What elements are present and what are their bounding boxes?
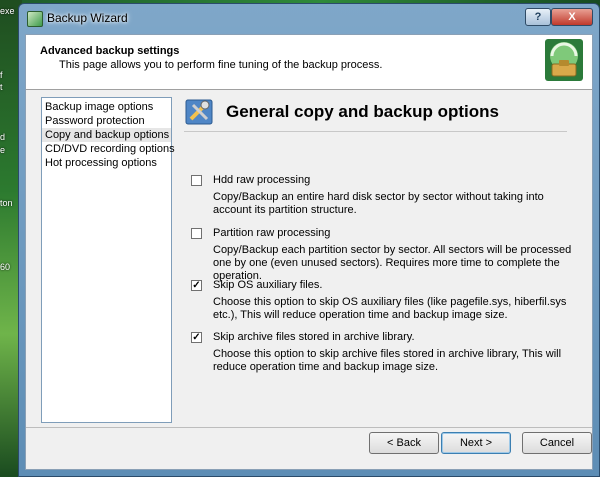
nav-item-hot-processing-options[interactable]: Hot processing options	[42, 156, 171, 170]
page-subtitle: This page allows you to perform fine tun…	[59, 59, 383, 71]
skip-os-auxiliary-label[interactable]: Skip OS auxiliary files.	[213, 279, 322, 291]
desktop-text: t	[0, 82, 3, 92]
hdd-raw-description: Copy/Backup an entire hard disk sector b…	[213, 191, 544, 216]
hdd-raw-checkbox[interactable]	[191, 175, 202, 186]
skip-archive-files-label[interactable]: Skip archive files stored in archive lib…	[213, 331, 415, 343]
nav-item-cd-dvd-recording-options[interactable]: CD/DVD recording options	[42, 142, 175, 156]
page-title: Advanced backup settings	[40, 45, 180, 57]
section-title: General copy and backup options	[226, 102, 499, 121]
app-icon	[27, 11, 43, 27]
title-bar[interactable]: Backup Wizard ? X	[19, 4, 599, 32]
window-title: Backup Wizard	[47, 11, 128, 25]
wizard-header: Advanced backup settings This page allow…	[26, 35, 592, 90]
back-button[interactable]: < Back	[369, 432, 439, 454]
nav-item-backup-image-options[interactable]: Backup image options	[42, 100, 171, 114]
desktop-text: f	[0, 70, 3, 80]
next-button[interactable]: Next >	[441, 432, 511, 454]
nav-item-password-protection[interactable]: Password protection	[42, 114, 171, 128]
wizard-client-area: Advanced backup settings This page allow…	[25, 34, 593, 470]
close-button[interactable]: X	[551, 8, 593, 26]
skip-os-auxiliary-description: Choose this option to skip OS auxiliary …	[213, 296, 567, 321]
desktop-text: d	[0, 132, 6, 142]
desktop-text: exe	[0, 6, 15, 16]
skip-archive-files-description: Choose this option to skip archive files…	[213, 348, 562, 373]
partition-raw-label[interactable]: Partition raw processing	[213, 227, 330, 239]
desktop-text: 60	[0, 262, 11, 272]
help-button[interactable]: ?	[525, 8, 551, 26]
hdd-raw-label[interactable]: Hdd raw processing	[213, 174, 310, 186]
tools-settings-icon	[185, 99, 213, 125]
section-divider	[184, 131, 567, 132]
settings-nav-list: Backup image options Password protection…	[41, 97, 175, 423]
cancel-button[interactable]: Cancel	[522, 432, 592, 454]
partition-raw-checkbox[interactable]	[191, 228, 202, 239]
skip-archive-files-checkbox[interactable]: ✓	[191, 332, 202, 343]
desktop-text: e	[0, 145, 6, 155]
nav-item-copy-and-backup-options[interactable]: Copy and backup options	[42, 128, 171, 142]
footer-divider	[26, 427, 592, 428]
skip-os-auxiliary-checkbox[interactable]: ✓	[191, 280, 202, 291]
backup-wizard-window: Backup Wizard ? X Advanced backup settin…	[18, 3, 600, 477]
options-panel: General copy and backup options Hdd raw …	[181, 97, 581, 423]
backup-logo-icon	[545, 39, 583, 81]
desktop-text: ton	[0, 198, 13, 208]
partition-raw-description: Copy/Backup each partition sector by sec…	[213, 244, 572, 282]
